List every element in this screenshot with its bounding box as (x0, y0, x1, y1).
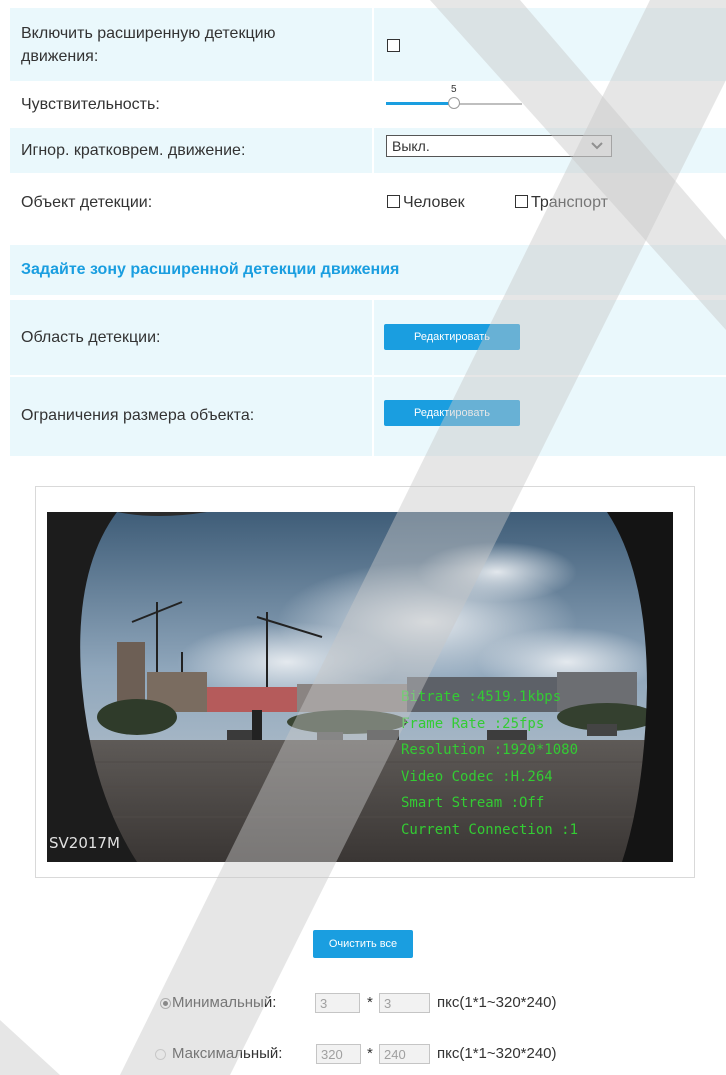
min-width-input[interactable]: 3 (315, 993, 360, 1013)
min-times: * (367, 994, 373, 1011)
ignore-short-row: Игнор. кратковрем. движение: Выкл. (10, 128, 726, 173)
zone-section-title: Задайте зону расширенной детекции движен… (21, 261, 400, 278)
camera-name-overlay: SV2017M (49, 834, 120, 852)
person-checkbox[interactable] (387, 195, 400, 208)
sensitivity-label: Чувствительность: (21, 96, 160, 113)
ignore-short-select[interactable]: Выкл. (386, 135, 612, 157)
vehicle-label: Транспорт (531, 194, 608, 211)
min-height-input[interactable]: 3 (379, 993, 430, 1013)
detection-object-label: Объект детекции: (21, 194, 153, 211)
ignore-short-selected: Выкл. (392, 138, 430, 154)
max-size-radio[interactable] (155, 1049, 166, 1060)
detection-area-label: Область детекции: (21, 329, 161, 346)
overlay-bitrate: Bitrate :4519.1kbps (401, 689, 562, 705)
overlay-codec: Video Codec :H.264 (401, 768, 553, 785)
video-stats-overlay: Bitrate :4519.1kbps Frame Rate :25fps Re… (401, 684, 578, 843)
max-size-label: Максимальный: (172, 1045, 283, 1062)
clear-all-button[interactable]: Очистить все (313, 930, 413, 958)
max-width-input[interactable]: 320 (316, 1044, 361, 1064)
video-preview[interactable]: Bitrate :4519.1kbps Frame Rate :25fps Re… (47, 512, 673, 862)
sensitivity-row: Чувствительность: 5 (10, 83, 726, 126)
max-height-input[interactable]: 240 (379, 1044, 430, 1064)
sensitivity-slider-fill (386, 102, 454, 105)
advanced-motion-row: Включить расширенную детекцию движения: (10, 8, 726, 81)
edit-size-button[interactable]: Редактировать (384, 400, 520, 426)
ignore-short-label: Игнор. кратковрем. движение: (21, 142, 246, 159)
overlay-connection: Current Connection :1 (401, 821, 579, 838)
radio-dot-icon (163, 1001, 168, 1006)
video-panel: Bitrate :4519.1kbps Frame Rate :25fps Re… (35, 486, 695, 878)
sensitivity-slider-handle[interactable] (448, 97, 460, 109)
min-size-row: Минимальный: 3 * 3 пкс(1*1~320*240) (160, 992, 620, 1016)
max-size-range: пкс(1*1~320*240) (437, 1045, 557, 1062)
min-size-range: пкс(1*1~320*240) (437, 994, 557, 1011)
zone-section-header: Задайте зону расширенной детекции движен… (10, 245, 726, 295)
detection-object-row: Объект детекции: Человек Транспорт (10, 175, 726, 226)
overlay-frame-rate: Frame Rate :25fps (401, 715, 545, 732)
vehicle-checkbox[interactable] (515, 195, 528, 208)
overlay-smart-stream: Smart Stream :Off (401, 795, 545, 811)
detection-area-row: Область детекции: Редактировать (10, 300, 726, 375)
sensitivity-value: 5 (451, 84, 457, 95)
object-size-row: Ограничения размера объекта: Редактирова… (10, 377, 726, 456)
overlay-resolution: Resolution :1920*1080 (401, 742, 579, 758)
max-size-row: Максимальный: 320 * 240 пкс(1*1~320*240) (155, 1043, 620, 1067)
object-size-label: Ограничения размера объекта: (21, 407, 255, 424)
person-label: Человек (403, 194, 465, 211)
min-size-label: Минимальный: (172, 994, 277, 1011)
advanced-motion-label: Включить расширенную детекцию движения: (21, 25, 276, 65)
min-size-radio[interactable] (160, 998, 171, 1009)
max-times: * (367, 1045, 373, 1062)
camera-scene-image (47, 512, 673, 862)
advanced-motion-checkbox[interactable] (387, 39, 400, 52)
edit-area-button[interactable]: Редактировать (384, 324, 520, 350)
chevron-down-icon (591, 142, 603, 150)
